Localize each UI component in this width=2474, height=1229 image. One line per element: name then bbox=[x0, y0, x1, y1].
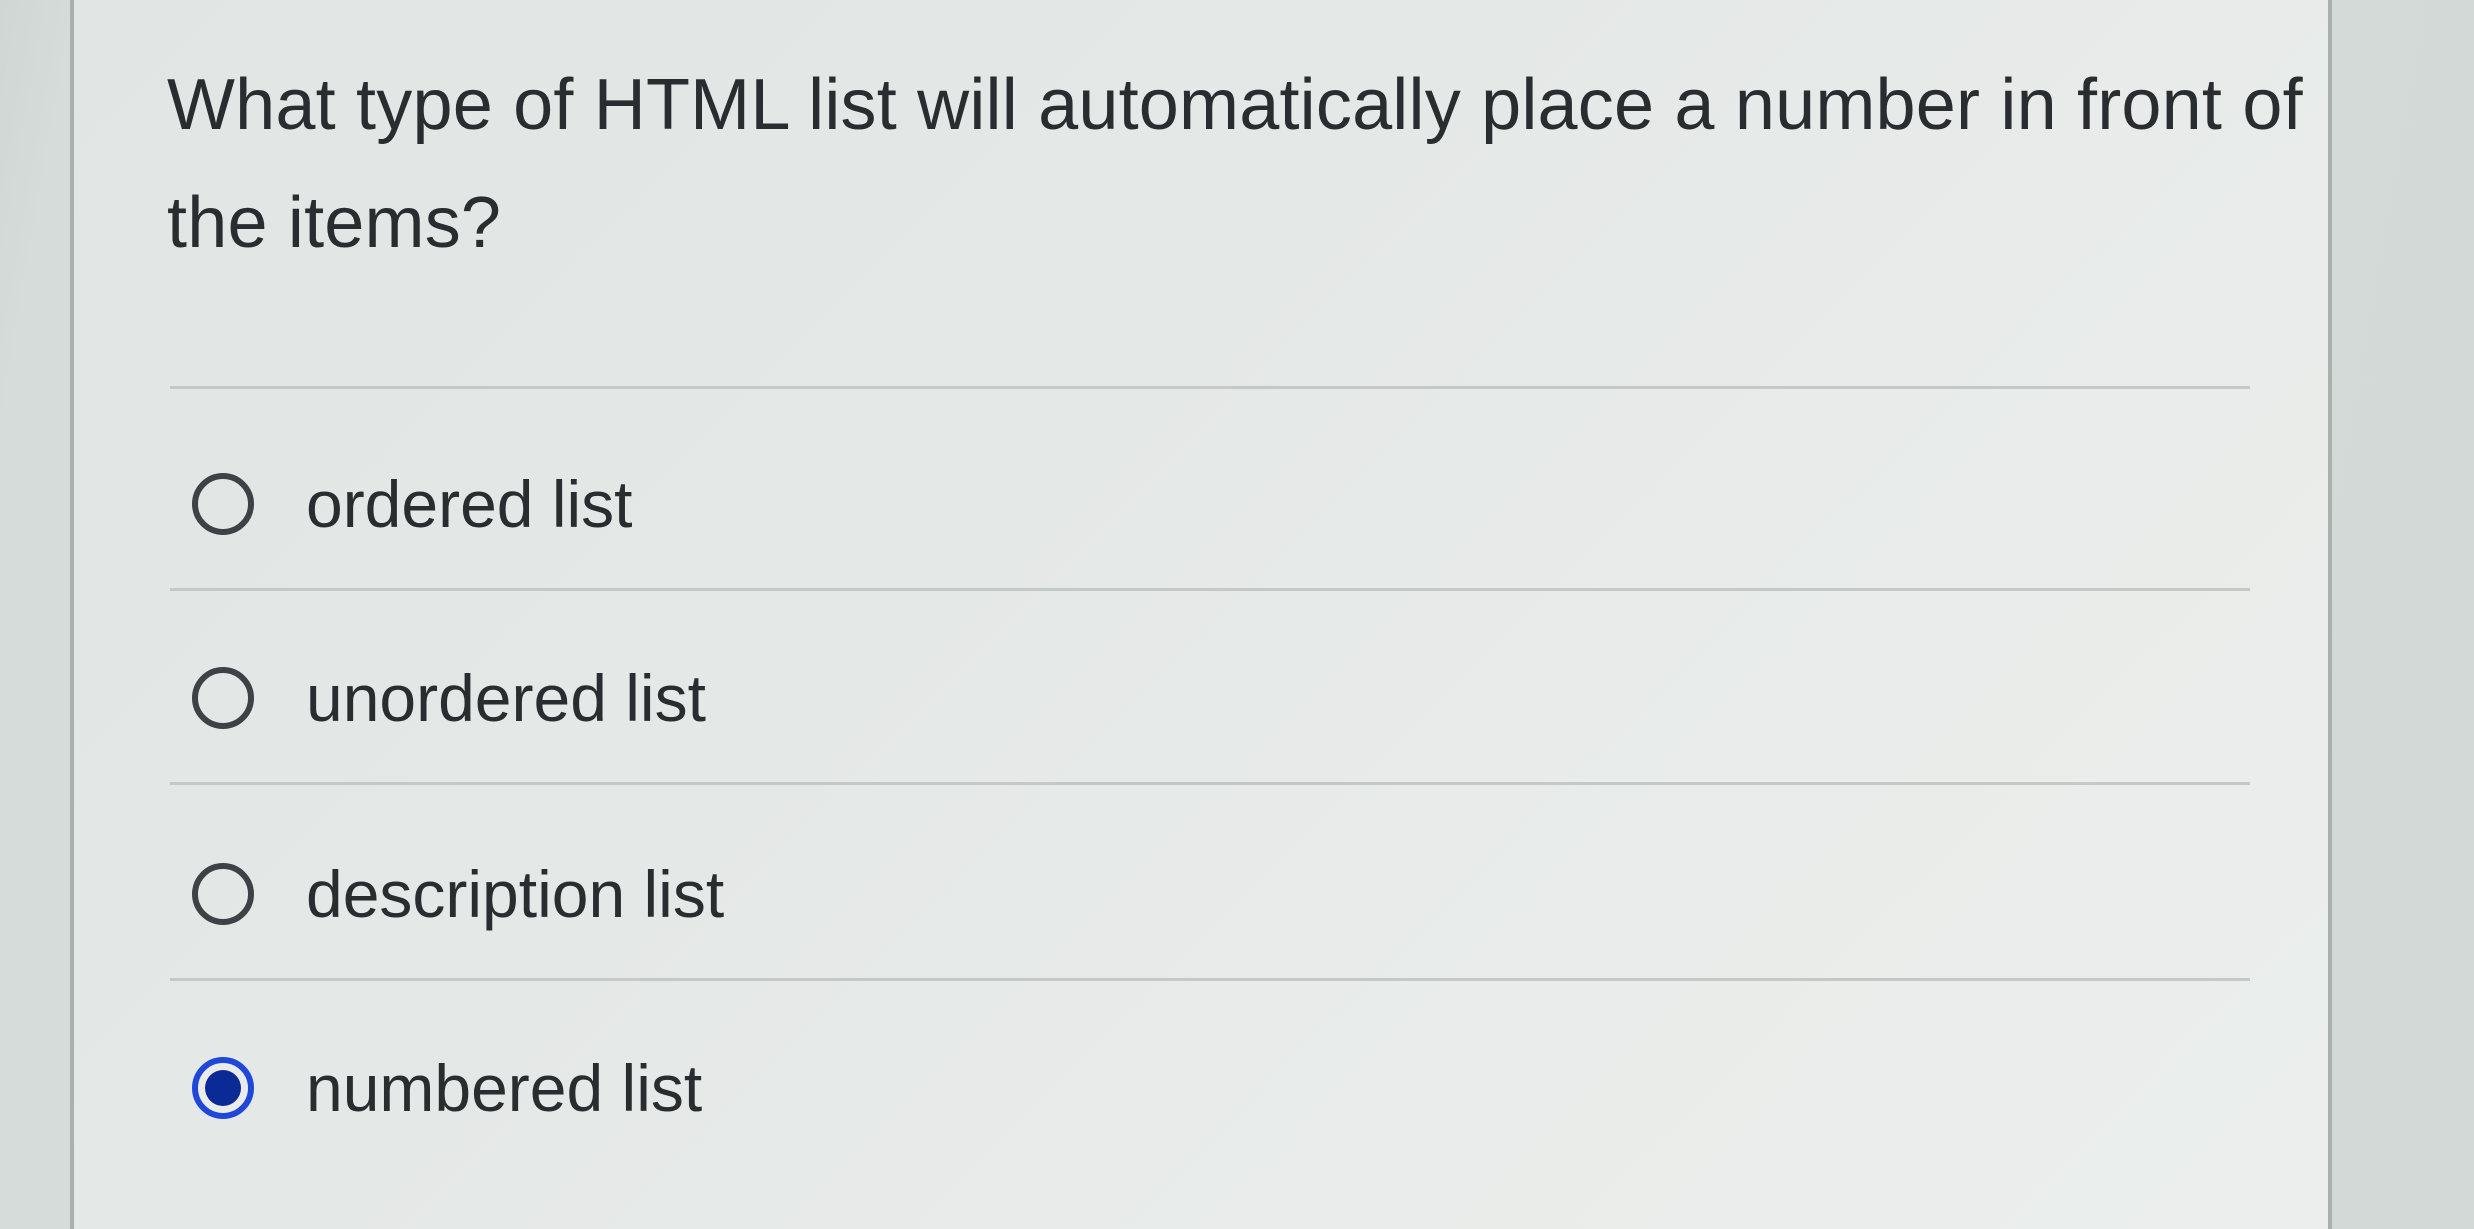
radio-button-unchecked[interactable] bbox=[192, 863, 254, 925]
option-numbered-list[interactable]: numbered list bbox=[192, 1028, 702, 1148]
radio-button-checked[interactable] bbox=[192, 1057, 254, 1119]
divider bbox=[170, 386, 2250, 389]
divider bbox=[170, 978, 2250, 981]
option-ordered-list[interactable]: ordered list bbox=[192, 444, 633, 564]
page: What type of HTML list will automaticall… bbox=[0, 0, 2474, 1229]
question-card: What type of HTML list will automaticall… bbox=[70, 0, 2332, 1229]
option-label: description list bbox=[306, 857, 725, 931]
option-description-list[interactable]: description list bbox=[192, 834, 724, 954]
divider bbox=[170, 782, 2250, 785]
question-text: What type of HTML list will automaticall… bbox=[167, 65, 2303, 263]
radio-button-unchecked[interactable] bbox=[192, 473, 254, 535]
option-label: ordered list bbox=[306, 467, 633, 541]
option-label: numbered list bbox=[306, 1051, 703, 1125]
divider bbox=[170, 588, 2250, 591]
option-unordered-list[interactable]: unordered list bbox=[192, 638, 706, 758]
radio-button-unchecked[interactable] bbox=[192, 667, 254, 729]
option-label: unordered list bbox=[306, 661, 706, 735]
